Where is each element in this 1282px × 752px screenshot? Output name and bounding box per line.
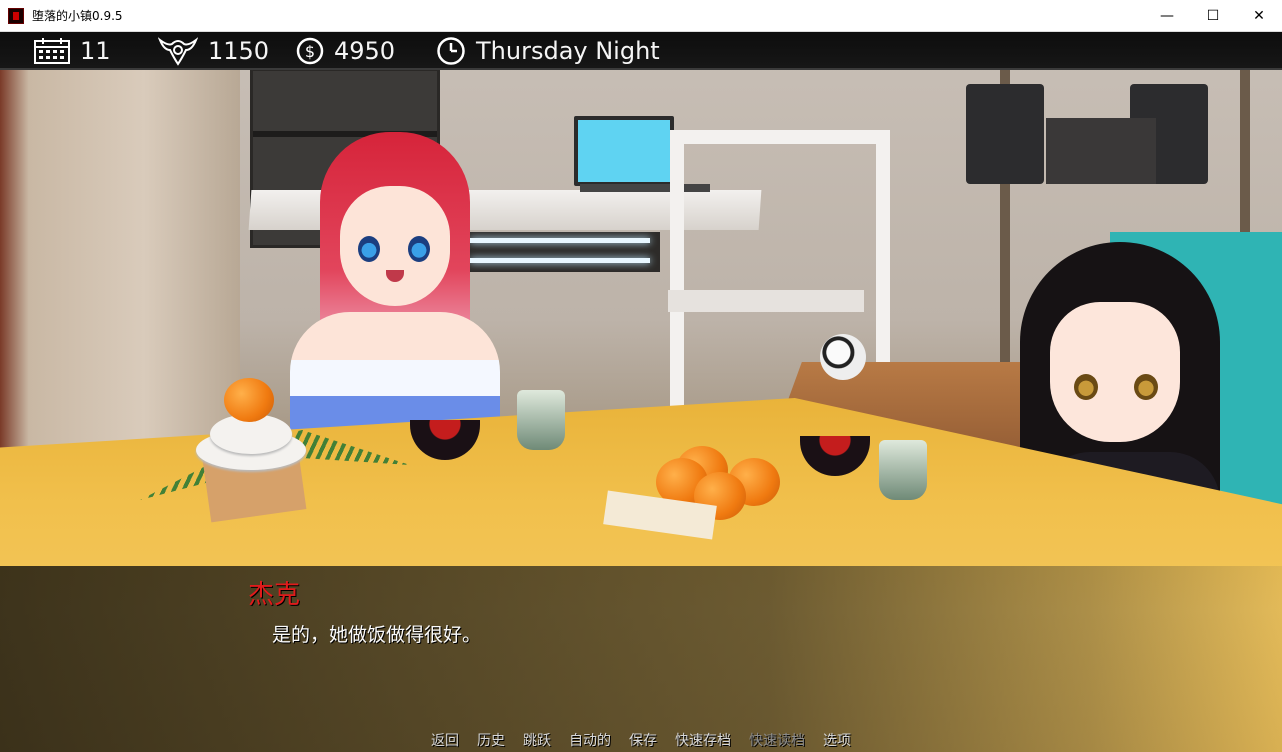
app-icon	[8, 7, 24, 24]
quick-menu-quick-save[interactable]: 快速存档	[675, 730, 731, 752]
close-button[interactable]: ✕	[1236, 0, 1282, 32]
window-titlebar: 堕落的小镇0.9.5 — ☐ ✕	[0, 0, 1282, 32]
calendar-icon	[34, 38, 70, 64]
scene-cup	[879, 440, 927, 500]
quick-menu-history[interactable]: 历史	[477, 730, 505, 752]
day-value: 11	[80, 37, 111, 65]
clock-icon	[436, 36, 466, 66]
quick-menu-quick-load: 快速读档	[749, 733, 805, 749]
money-value: 4950	[334, 37, 396, 65]
stats-hud: 11 1150 $ 4950 Thursday Night	[0, 32, 1282, 70]
scene-speaker-left	[966, 84, 1044, 184]
dialogue-text: 是的，她做饭做得很好。	[272, 624, 482, 646]
hud-day: 11	[34, 32, 111, 70]
window-controls: — ☐ ✕	[1144, 0, 1282, 32]
svg-text:$: $	[305, 42, 315, 61]
quick-menu: 返回 历史 跳跃 自动的 保存 快速存档 快速读档 选项	[0, 730, 1282, 752]
character-red-hair	[270, 132, 510, 452]
dialogue-box[interactable]	[0, 566, 1282, 752]
scene-soccer-ball	[820, 334, 866, 380]
time-value: Thursday Night	[476, 37, 660, 65]
speaker-name: 杰克	[248, 580, 301, 610]
maximize-button[interactable]: ☐	[1190, 0, 1236, 32]
quick-menu-skip[interactable]: 跳跃	[523, 730, 551, 752]
demon-emblem-icon	[158, 36, 198, 66]
minimize-button[interactable]: —	[1144, 0, 1190, 32]
quick-menu-back[interactable]: 返回	[431, 730, 459, 752]
hud-corruption: 1150	[158, 32, 269, 70]
window-title: 堕落的小镇0.9.5	[32, 9, 123, 23]
hud-money: $ 4950	[296, 32, 395, 70]
dollar-coin-icon: $	[296, 37, 324, 65]
corruption-value: 1150	[208, 37, 270, 65]
quick-menu-preferences[interactable]: 选项	[823, 730, 851, 752]
scene-kagami-mochi	[196, 378, 306, 470]
quick-menu-save[interactable]: 保存	[629, 730, 657, 752]
quick-menu-auto[interactable]: 自动的	[569, 730, 611, 752]
scene-cup	[517, 390, 565, 450]
scene-laptop	[574, 116, 674, 186]
hud-time: Thursday Night	[436, 32, 660, 70]
scene-amplifier	[1046, 118, 1156, 184]
